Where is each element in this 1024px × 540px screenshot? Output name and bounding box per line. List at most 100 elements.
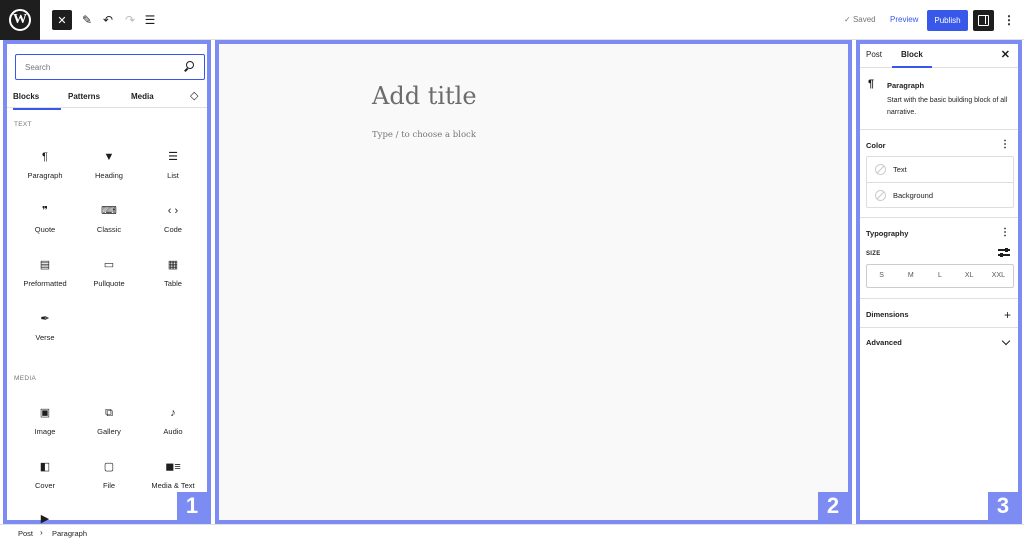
pen-icon: ✎ [81, 13, 93, 27]
close-icon: ✕ [57, 14, 67, 27]
block-item-audio[interactable]: ♪ Audio [141, 406, 205, 436]
dimensions-panel-title[interactable]: Dimensions [866, 310, 909, 319]
font-size-xl[interactable]: XL [955, 265, 984, 287]
tab-post[interactable]: Post [866, 50, 882, 59]
color-item-label: Background [893, 190, 934, 200]
reusable-blocks-icon[interactable]: ◇ [190, 89, 198, 102]
verse-quill-icon: ✒ [40, 313, 50, 325]
block-label: Quote [34, 225, 56, 234]
save-status: ✓ Saved [844, 15, 876, 24]
region-badge-1: 1 [177, 492, 207, 520]
color-item-background[interactable]: Background [867, 182, 1013, 207]
block-item-list[interactable]: ☰ List [141, 150, 205, 180]
divider [860, 298, 1018, 299]
font-size-l[interactable]: L [925, 265, 954, 287]
image-icon: ▣ [39, 407, 51, 419]
block-item-verse[interactable]: ✒ Verse [13, 312, 77, 342]
block-label: Heading [95, 171, 123, 180]
settings-sidebar: Post Block ✕ ¶ Paragraph Start with the … [856, 40, 1022, 524]
chevron-right-icon: › [40, 528, 43, 537]
tab-media[interactable]: Media [131, 92, 154, 101]
editor-canvas: Add title Type / to choose a block 2 [215, 40, 852, 524]
color-swatch-icon [875, 164, 886, 175]
block-item-quote[interactable]: ❞ Quote [13, 204, 77, 234]
table-icon: ▦ [167, 259, 179, 271]
settings-toggle-button[interactable] [973, 10, 994, 31]
list-icon: ☰ [168, 151, 178, 163]
block-item-code[interactable]: ‹ › Code [141, 204, 205, 234]
preformatted-icon: ▤ [39, 259, 51, 271]
block-breadcrumb: Post › Paragraph [0, 524, 1024, 540]
tools-button[interactable]: ✎ [77, 10, 97, 30]
vertical-ellipsis-icon[interactable]: ⋮ [1000, 140, 1010, 150]
paragraph-icon: ¶ [42, 151, 48, 163]
advanced-panel-title[interactable]: Advanced [866, 338, 902, 347]
more-options-button[interactable]: ⋮ [999, 10, 1019, 30]
sidebar-icon [978, 15, 989, 26]
font-size-m[interactable]: M [896, 265, 925, 287]
chevron-down-icon[interactable] [1001, 336, 1011, 346]
wordpress-logo-button[interactable]: W [0, 0, 40, 40]
search-input[interactable]: Search [15, 54, 205, 80]
region-badge-2: 2 [818, 492, 848, 520]
section-title-media: MEDIA [14, 375, 37, 382]
font-size-label: SIZE [866, 251, 881, 257]
block-item-gallery[interactable]: ⧉ Gallery [77, 406, 141, 436]
block-item-file[interactable]: ▢ File [77, 460, 141, 490]
custom-size-sliders-icon[interactable] [998, 247, 1010, 257]
block-label: Preformatted [23, 279, 67, 288]
save-status-label: Saved [852, 15, 876, 24]
block-item-image[interactable]: ▣ Image [13, 406, 77, 436]
block-item-preformatted[interactable]: ▤ Preformatted [13, 258, 77, 288]
list-view-icon: ☰ [144, 13, 156, 27]
document-overview-button[interactable]: ☰ [140, 10, 160, 30]
color-item-text[interactable]: Text [867, 157, 1013, 182]
tab-blocks[interactable]: Blocks [13, 92, 62, 110]
editor-header: W ✕ ✎ ↶ ↷ ☰ ✓ Saved Preview Publish ⋮ [0, 0, 1024, 40]
post-title-input[interactable]: Add title [372, 82, 477, 110]
region-badge-3: 3 [988, 492, 1018, 520]
tab-patterns[interactable]: Patterns [68, 92, 100, 101]
block-item-paragraph[interactable]: ¶ Paragraph [13, 150, 77, 180]
cover-icon: ◧ [39, 461, 51, 473]
block-label: Audio [163, 427, 183, 436]
code-icon: ‹ › [167, 205, 179, 217]
block-label: Code [164, 225, 182, 234]
undo-button[interactable]: ↶ [98, 10, 118, 30]
block-item-pullquote[interactable]: ▭ Pullquote [77, 258, 141, 288]
block-item-cover[interactable]: ◧ Cover [13, 460, 77, 490]
vertical-ellipsis-icon[interactable]: ⋮ [1000, 228, 1010, 238]
block-item-media-text[interactable]: ◼≡ Media & Text [141, 460, 205, 490]
close-icon[interactable]: ✕ [1001, 48, 1010, 61]
block-appender-input[interactable]: Type / to choose a block [372, 130, 476, 140]
breadcrumb-post[interactable]: Post [18, 529, 33, 538]
block-label: File [102, 481, 116, 490]
block-item-heading[interactable]: ▼ Heading [77, 150, 141, 180]
color-swatch-icon [875, 189, 886, 201]
classic-keyboard-icon: ⌨ [101, 205, 117, 217]
heading-icon: ▼ [103, 151, 115, 163]
block-label: Paragraph [27, 171, 63, 180]
close-inserter-button[interactable]: ✕ [52, 10, 72, 30]
tab-block[interactable]: Block [892, 50, 932, 68]
block-label: Cover [34, 481, 55, 490]
publish-button[interactable]: Publish [927, 10, 968, 31]
search-placeholder: Search [25, 62, 51, 72]
font-size-s[interactable]: S [867, 265, 896, 287]
block-label: Classic [96, 225, 122, 234]
block-inserter-panel: Search Blocks Patterns Media ◇ TEXT ¶ Par… [3, 40, 211, 525]
vertical-ellipsis-icon: ⋮ [1003, 13, 1015, 27]
preview-button[interactable]: Preview [890, 15, 918, 24]
section-title-text: TEXT [14, 121, 32, 128]
search-icon [186, 61, 194, 69]
redo-button[interactable]: ↷ [120, 10, 140, 30]
plus-icon[interactable]: + [1004, 309, 1011, 321]
divider [860, 217, 1018, 218]
breadcrumb-paragraph[interactable]: Paragraph [52, 529, 87, 538]
divider [860, 129, 1018, 130]
font-size-picker: S M L XL XXL [866, 264, 1014, 288]
block-item-classic[interactable]: ⌨ Classic [77, 204, 141, 234]
audio-note-icon: ♪ [170, 407, 176, 419]
font-size-xxl[interactable]: XXL [984, 265, 1013, 287]
block-item-table[interactable]: ▦ Table [141, 258, 205, 288]
